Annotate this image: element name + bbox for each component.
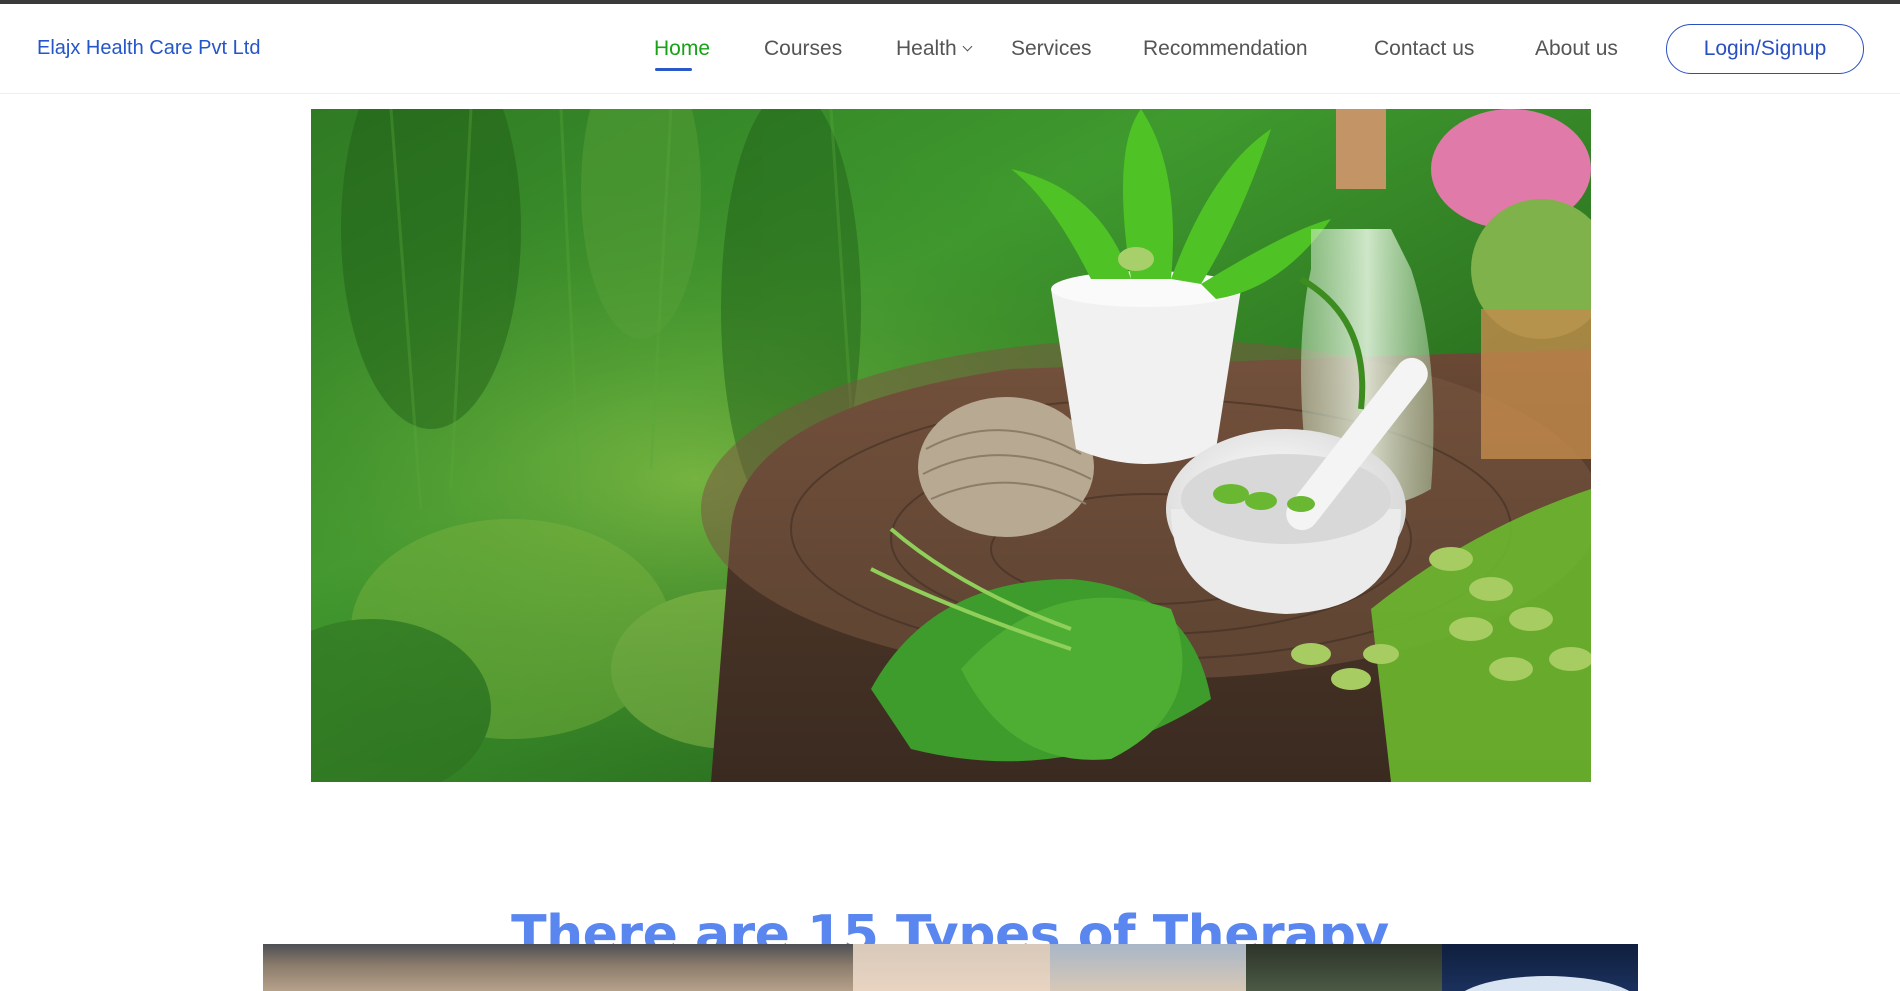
- therapy-card-image[interactable]: [263, 944, 853, 991]
- nav-courses[interactable]: Courses: [764, 37, 842, 61]
- therapy-card-image[interactable]: [1050, 944, 1246, 991]
- nav-recommendation[interactable]: Recommendation: [1143, 37, 1308, 61]
- login-signup-button[interactable]: Login/Signup: [1666, 24, 1864, 74]
- therapy-card-image[interactable]: [1442, 944, 1638, 991]
- chevron-down-icon: [962, 41, 973, 52]
- therapy-card-image[interactable]: [853, 944, 1050, 991]
- nav-health[interactable]: Health: [896, 37, 973, 61]
- hero-image: [311, 109, 1591, 782]
- therapy-card-image[interactable]: [1246, 944, 1442, 991]
- nav-about-us[interactable]: About us: [1535, 37, 1618, 61]
- nav-services[interactable]: Services: [1011, 37, 1092, 61]
- therapy-image-strip: [263, 944, 1638, 991]
- nav-active-indicator: [655, 68, 692, 71]
- nav-health-label: Health: [896, 37, 957, 60]
- nav-home[interactable]: Home: [654, 37, 710, 61]
- brand-logo-link[interactable]: Elajx Health Care Pvt Ltd: [37, 37, 260, 60]
- nav-contact-us[interactable]: Contact us: [1374, 37, 1474, 61]
- herbal-medicine-illustration: [311, 109, 1591, 782]
- site-header: Elajx Health Care Pvt Ltd Home Courses H…: [0, 4, 1900, 94]
